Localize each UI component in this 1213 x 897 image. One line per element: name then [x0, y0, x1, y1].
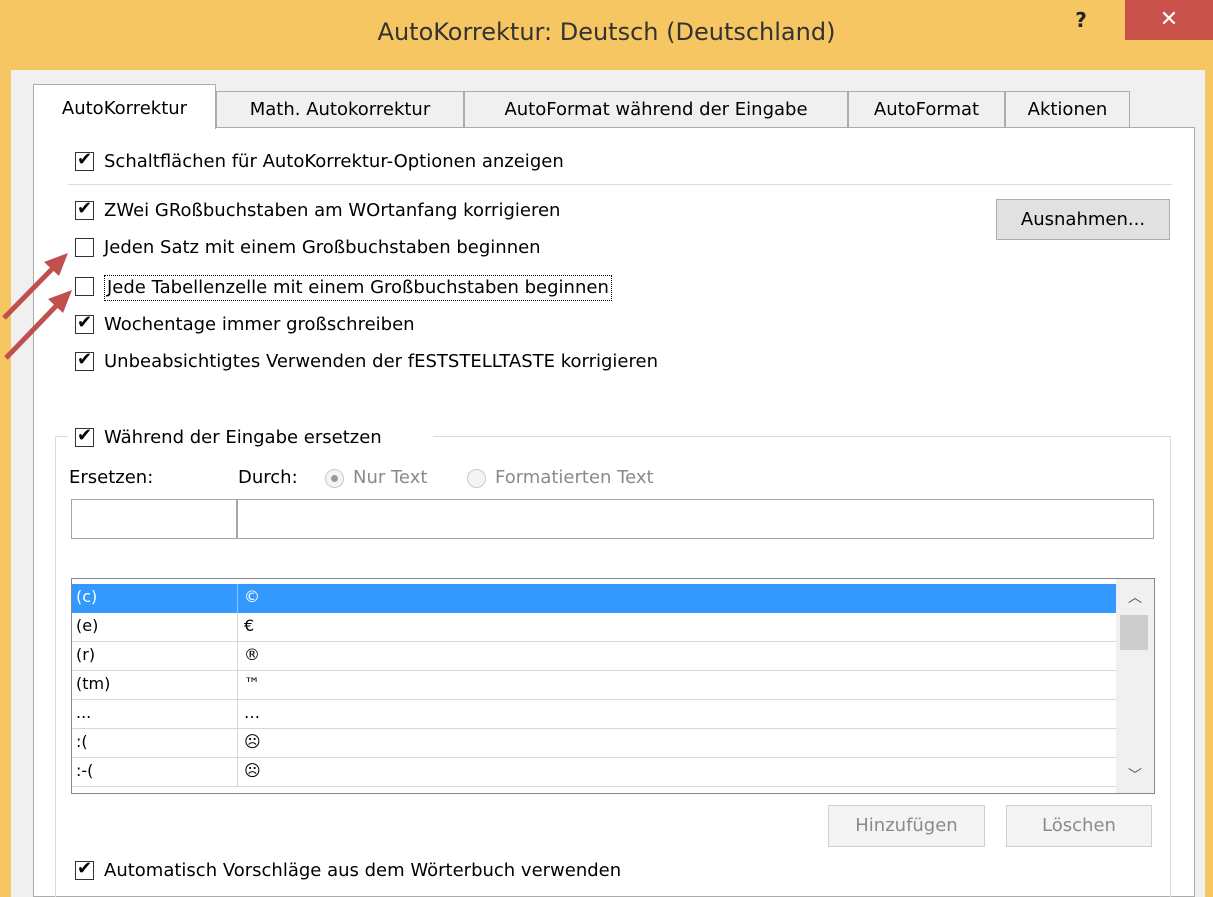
red-arrow-2-icon	[4, 290, 72, 360]
annotation-arrows	[2, 253, 72, 360]
tab-autokorrektur[interactable]: AutoKorrektur	[33, 84, 216, 129]
